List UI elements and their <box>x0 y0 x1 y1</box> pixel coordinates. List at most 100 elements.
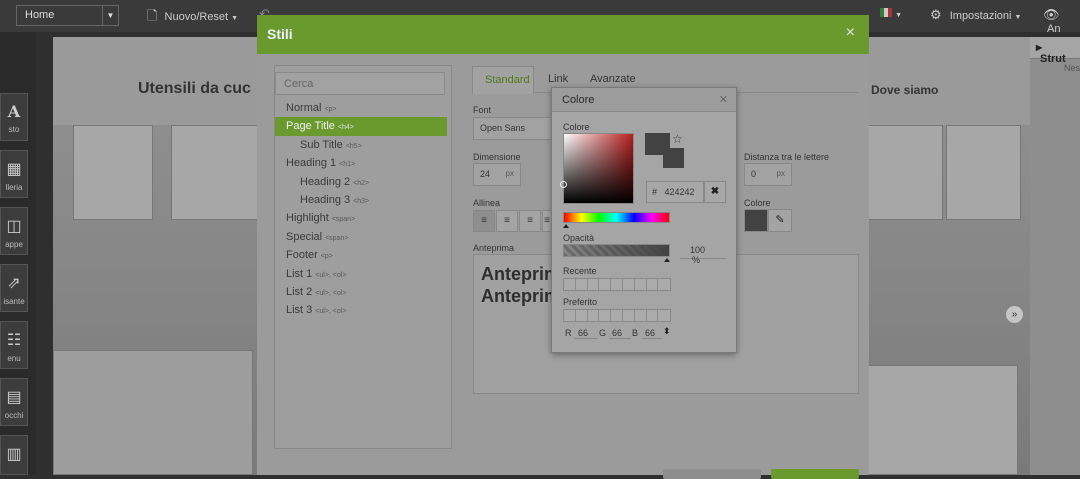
sidebar-item-maps[interactable]: ◫ appe <box>0 207 28 255</box>
color-cell[interactable] <box>575 310 588 321</box>
style-list-item[interactable]: List 3 <ul>, <ol> <box>275 301 447 319</box>
style-name: Footer <box>286 249 318 262</box>
hue-slider[interactable] <box>563 212 670 228</box>
letter-spacing-label: Distanza tra le lettere <box>744 152 830 162</box>
size-label: Dimensione <box>473 152 521 162</box>
color-cell[interactable] <box>587 310 600 321</box>
style-list-item[interactable]: List 1 <ul>, <ol> <box>275 265 447 283</box>
color-cell[interactable] <box>564 279 576 290</box>
style-list-item[interactable]: Footer <p> <box>275 246 447 264</box>
opacity-slider[interactable] <box>563 244 670 262</box>
style-tag: <ul>, <ol> <box>315 271 347 279</box>
font-select-value: Open Sans <box>480 123 526 133</box>
r-label: R <box>565 328 572 338</box>
color-cell[interactable] <box>587 279 600 290</box>
font-select[interactable]: Open Sans <box>473 117 553 140</box>
color-cell[interactable] <box>646 310 659 321</box>
color-cell[interactable] <box>658 310 671 321</box>
opacity-marker[interactable] <box>664 258 670 262</box>
style-list-item[interactable]: Sub Title <h5> <box>275 136 447 154</box>
g-input[interactable]: 66 <box>609 328 631 339</box>
search-input[interactable]: Cerca <box>275 72 445 95</box>
star-icon[interactable]: ☆ <box>672 132 683 146</box>
color-cell[interactable] <box>564 310 576 321</box>
color-swatch[interactable] <box>744 209 768 232</box>
site-nav-item[interactable]: Dove siamo <box>871 83 938 97</box>
chevron-right-icon[interactable]: » <box>1006 306 1023 323</box>
preview-button[interactable]: 👁 An <box>1043 7 1080 35</box>
sidebar-item-share[interactable]: ⇗ isante <box>0 264 28 312</box>
align-center-icon[interactable]: ≡ <box>496 210 518 232</box>
chart-icon: ▥ <box>6 446 22 463</box>
style-tag: <h4> <box>337 124 354 132</box>
align-left-icon[interactable]: ≡ <box>473 210 495 232</box>
color-cell[interactable] <box>611 310 623 321</box>
style-list-item[interactable]: Heading 2 <h2> <box>275 173 447 191</box>
preview-label: Anteprima <box>473 243 515 253</box>
favorite-label: Preferito <box>563 297 598 307</box>
style-tag: <h1> <box>339 161 356 169</box>
sidebar-item-blocks[interactable]: ▤ occhi <box>0 378 28 426</box>
sidebar-item-menu[interactable]: ☷ enu <box>0 321 28 369</box>
style-list-item[interactable]: Heading 1 <h1> <box>275 154 447 172</box>
color-cell[interactable] <box>634 279 647 290</box>
style-tag: <ul>, <ol> <box>315 289 347 297</box>
chevron-down-icon: ▼ <box>231 15 239 22</box>
gear-icon: ⚙ <box>930 7 942 22</box>
letter-spacing-input[interactable]: 0 px <box>744 163 792 186</box>
save-button[interactable] <box>771 469 859 479</box>
color-cell[interactable] <box>634 310 647 321</box>
page-select[interactable]: Home ▼ <box>16 5 119 26</box>
style-list-item[interactable]: Highlight <span> <box>275 209 447 227</box>
new-reset-button[interactable]: 🗋 Nuovo/Reset ▼ <box>147 7 238 29</box>
close-icon[interactable]: × <box>846 24 855 42</box>
style-tag: <ul>, <ol> <box>315 308 347 316</box>
color-label: Colore <box>744 198 771 208</box>
sidebar-item-gallery[interactable]: ▦ lleria <box>0 150 28 198</box>
close-icon[interactable]: ✕ <box>719 93 728 106</box>
structure-panel-header[interactable]: ▶ Strut <box>1030 37 1080 65</box>
style-list-item[interactable]: Page Title <h4> <box>275 117 447 136</box>
color-cell[interactable] <box>658 279 671 290</box>
color-mode-toggle-icon[interactable]: ⬍ <box>663 326 671 337</box>
hex-input[interactable]: # 424242 <box>646 181 704 203</box>
color-picker-popup: Colore ✕ Colore ☆ # 424242 ✖ Opacità 100… <box>551 87 737 353</box>
sidebar-item-text[interactable]: A sto <box>0 93 28 141</box>
color-cell[interactable] <box>622 310 635 321</box>
saturation-value-picker[interactable] <box>560 133 634 204</box>
align-right-icon[interactable]: ≡ <box>519 210 541 232</box>
pencil-icon[interactable]: ✎ <box>768 209 792 232</box>
blocks-icon: ▤ <box>6 389 22 406</box>
language-select[interactable]: ▼ <box>880 8 902 20</box>
sidebar-item-more[interactable]: ▥ <box>0 435 28 475</box>
opacity-input[interactable]: 100 % <box>680 243 726 265</box>
style-name: Sub Title <box>300 138 343 151</box>
color-picker-header: Colore ✕ <box>552 88 736 112</box>
sidebar-item-label: lleria <box>5 183 23 192</box>
b-input[interactable]: 66 <box>642 328 662 339</box>
style-name: Heading 3 <box>300 193 351 206</box>
color-cell[interactable] <box>599 279 612 290</box>
color-cell[interactable] <box>622 279 635 290</box>
color-cell[interactable] <box>575 279 588 290</box>
hash-symbol: # <box>652 187 658 197</box>
style-list-item[interactable]: Heading 3 <h3> <box>275 191 447 209</box>
hue-marker[interactable] <box>563 224 569 228</box>
settings-button[interactable]: ⚙ Impostazioni ▼ <box>930 7 1021 23</box>
color-cell[interactable] <box>599 310 612 321</box>
style-list-item[interactable]: Special <span> <box>275 228 447 246</box>
clear-color-icon[interactable]: ✖ <box>704 181 726 203</box>
sidebar-item-label: occhi <box>4 411 24 420</box>
caret-right-icon: ▶ <box>1036 43 1043 52</box>
tab-standard[interactable]: Standard <box>472 66 534 94</box>
r-input[interactable]: 66 <box>575 328 597 339</box>
style-tag: <h3> <box>353 197 370 205</box>
cancel-button[interactable] <box>663 469 761 479</box>
style-list-item[interactable]: Normal <p> <box>275 99 447 117</box>
color-cell[interactable] <box>646 279 659 290</box>
size-input[interactable]: 24 px <box>473 163 521 186</box>
style-list-item[interactable]: List 2 <ul>, <ol> <box>275 283 447 301</box>
style-name: Highlight <box>286 212 329 225</box>
color-cell[interactable] <box>611 279 623 290</box>
picker-cursor[interactable] <box>560 181 567 188</box>
